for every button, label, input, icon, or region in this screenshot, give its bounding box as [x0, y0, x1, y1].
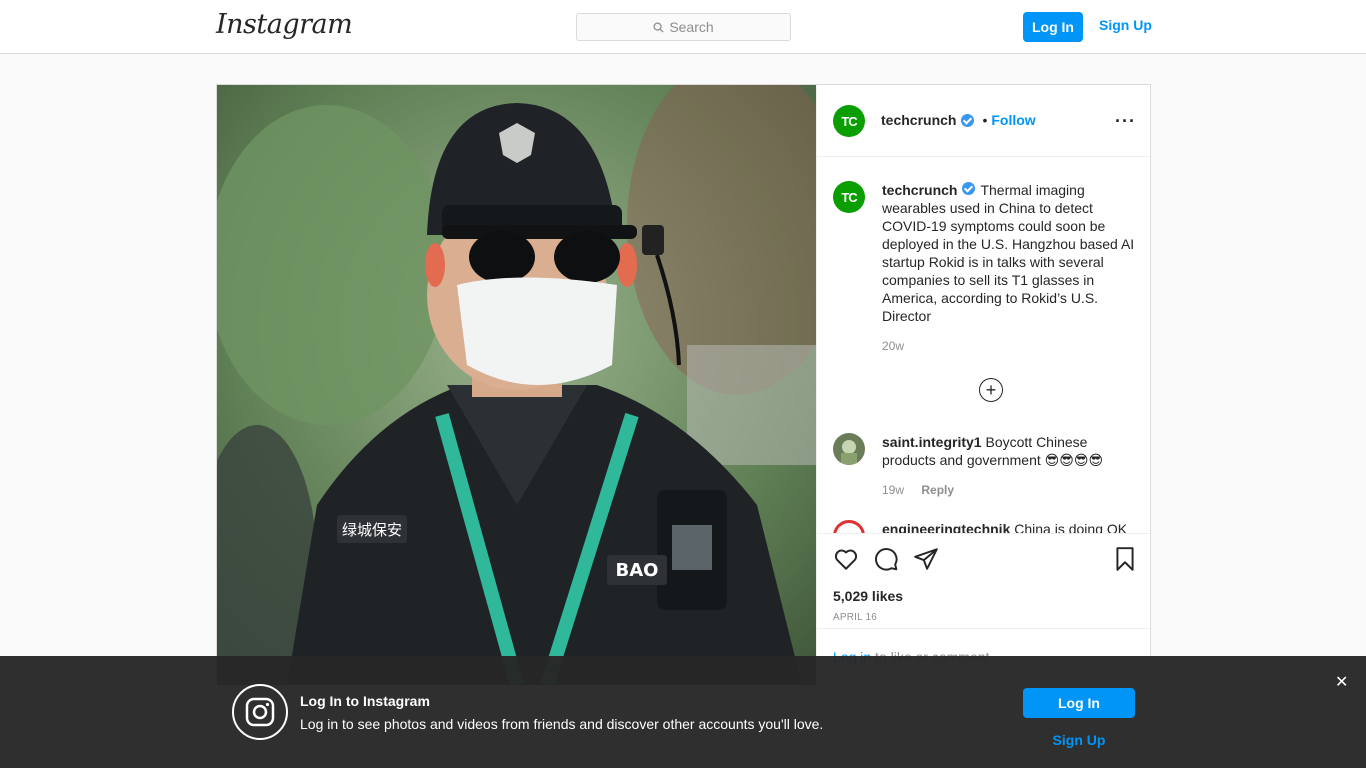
- verified-icon: [962, 182, 976, 195]
- comment-meta: 19w Reply: [882, 481, 1137, 499]
- caption-author-avatar[interactable]: TC: [833, 181, 865, 213]
- comment-item: saint.integrity1 Boycott Chinese product…: [882, 433, 1137, 499]
- login-banner: Log In to Instagram Log in to see photos…: [0, 656, 1366, 768]
- top-navigation: Instagram Search Log In Sign Up: [0, 0, 1366, 54]
- comment-age[interactable]: 19w: [882, 483, 904, 497]
- comment-item: engineeringtechnik China is doing OK: [882, 520, 1137, 533]
- post-caption: techcrunch Thermal imaging wearables used…: [882, 181, 1137, 355]
- verified-icon: [961, 113, 975, 127]
- photo-badge-text: 绿城保安: [342, 521, 402, 539]
- author-avatar[interactable]: TC: [833, 105, 865, 137]
- caption-text: Thermal imaging wearables used in China …: [882, 182, 1135, 324]
- banner-login-button[interactable]: Log In: [1023, 688, 1135, 718]
- signup-link[interactable]: Sign Up: [1099, 17, 1152, 33]
- photo-name-tag-text: BAO: [616, 560, 659, 581]
- add-comment-icon[interactable]: +: [979, 378, 1003, 402]
- caption-author[interactable]: techcrunch: [882, 182, 957, 198]
- share-icon[interactable]: [913, 546, 939, 572]
- comments-panel[interactable]: TC techcrunch Thermal imaging wearables u…: [817, 158, 1152, 533]
- post-actions: 5,029 likes APRIL 16: [817, 533, 1152, 628]
- post-photo[interactable]: 绿城保安 BAO: [217, 85, 816, 685]
- more-icon[interactable]: ···: [1115, 111, 1136, 132]
- like-count[interactable]: 5,029 likes: [833, 588, 903, 604]
- author-header: techcrunch • Follow: [881, 112, 1036, 128]
- comment-text: China is doing OK: [1014, 521, 1128, 533]
- bookmark-icon[interactable]: [1112, 546, 1138, 572]
- search-input[interactable]: Search: [576, 13, 791, 41]
- post-sidebar: TC techcrunch • Follow ··· TC techcrunch…: [816, 85, 1152, 685]
- comment-username[interactable]: engineeringtechnik: [882, 521, 1010, 533]
- close-icon[interactable]: ✕: [1335, 672, 1348, 692]
- commenter-avatar[interactable]: [833, 433, 865, 465]
- login-button[interactable]: Log In: [1023, 12, 1083, 42]
- banner-subtitle: Log in to see photos and videos from fri…: [300, 716, 824, 732]
- separator-dot: •: [982, 112, 988, 128]
- post-header: TC techcrunch • Follow ···: [817, 85, 1152, 157]
- commenter-avatar[interactable]: [833, 520, 865, 533]
- banner-title: Log In to Instagram: [300, 693, 430, 709]
- instagram-logo[interactable]: Instagram: [216, 9, 353, 40]
- comment-icon[interactable]: [873, 546, 899, 572]
- post-date[interactable]: APRIL 16: [833, 612, 877, 623]
- author-username[interactable]: techcrunch: [881, 112, 956, 128]
- follow-button[interactable]: Follow: [991, 112, 1035, 128]
- banner-signup-link[interactable]: Sign Up: [1023, 732, 1135, 748]
- caption-age[interactable]: 20w: [882, 337, 1137, 355]
- comment-username[interactable]: saint.integrity1: [882, 434, 982, 450]
- search-placeholder: Search: [669, 19, 714, 35]
- instagram-icon: [232, 684, 288, 740]
- post-card: 绿城保安 BAO TC techcrunch • Follow ··· TC t…: [216, 84, 1152, 685]
- search-icon: [653, 21, 664, 33]
- reply-button[interactable]: Reply: [921, 483, 954, 497]
- heart-icon[interactable]: [833, 546, 859, 572]
